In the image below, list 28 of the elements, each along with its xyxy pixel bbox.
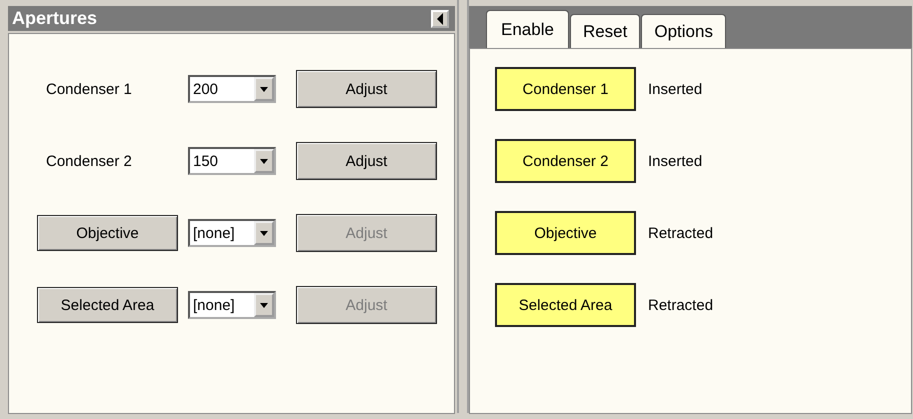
aperture-button[interactable]: Selected Area [37,287,178,323]
aperture-label: Condenser 1 [45,80,133,98]
status-label: Inserted [648,152,702,170]
enable-button[interactable]: Condenser 2 [495,139,636,183]
dropdown-arrow-icon [260,302,268,308]
status-label: Retracted [648,224,714,242]
adjust-button[interactable]: Adjust [296,142,437,180]
aperture-dropdown[interactable]: [none] [188,219,276,247]
collapse-button[interactable] [431,10,449,28]
dropdown-arrow-icon [260,86,268,92]
dropdown-arrow-icon [260,230,268,236]
adjust-button[interactable]: Adjust [296,70,437,108]
aperture-button[interactable]: Objective [37,215,178,251]
aperture-label: Condenser 2 [45,152,133,170]
enable-button[interactable]: Selected Area [495,283,636,327]
enable-button[interactable]: Condenser 1 [495,67,636,111]
status-label: Retracted [648,296,714,314]
aperture-dropdown[interactable]: 200 [188,75,276,103]
tab[interactable]: Options [641,14,726,48]
panel-title: Apertures [12,8,98,29]
enable-button[interactable]: Objective [495,211,636,255]
tab[interactable]: Enable [486,10,569,48]
dropdown-arrow-icon [260,158,268,164]
status-label: Inserted [648,80,702,98]
tab[interactable]: Reset [570,14,640,48]
aperture-dropdown[interactable]: [none] [188,291,276,319]
left-arrow-icon [436,12,444,24]
aperture-dropdown[interactable]: 150 [188,147,276,175]
